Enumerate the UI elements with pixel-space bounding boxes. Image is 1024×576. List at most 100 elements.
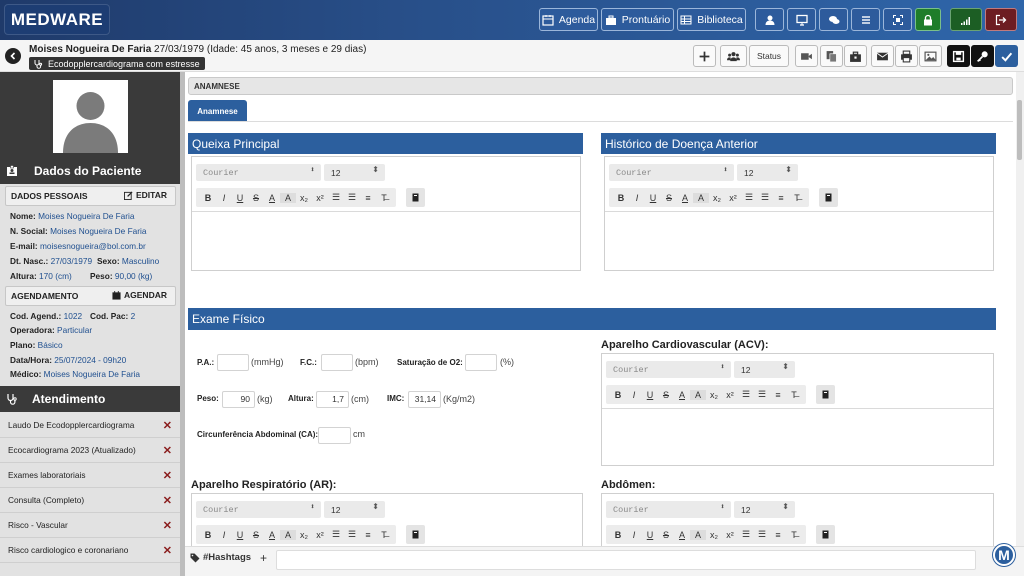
- chat-button[interactable]: [819, 8, 848, 31]
- italic-icon[interactable]: I: [216, 530, 232, 540]
- highlight-icon[interactable]: A: [690, 529, 706, 540]
- saturacao-input[interactable]: [465, 354, 497, 371]
- historico-text-area[interactable]: [605, 211, 993, 270]
- atendimento-item[interactable]: Risco cardiologico e coronariano ✕: [0, 538, 180, 563]
- clear-format-icon[interactable]: T̶: [786, 530, 802, 540]
- italic-icon[interactable]: I: [626, 530, 642, 540]
- bold-icon[interactable]: B: [613, 193, 629, 203]
- align-icon[interactable]: ≡: [360, 193, 376, 203]
- subscript-icon[interactable]: x₂: [706, 530, 722, 540]
- bold-icon[interactable]: B: [610, 390, 626, 400]
- font-select[interactable]: Courier ⬍: [196, 164, 321, 181]
- strike-icon[interactable]: S: [658, 530, 674, 540]
- edit-button[interactable]: EDITAR: [123, 190, 167, 200]
- subscript-icon[interactable]: x₂: [709, 193, 725, 203]
- app-logo[interactable]: MEDWARE: [4, 4, 110, 35]
- clear-format-icon[interactable]: T̶: [376, 193, 392, 203]
- main-scrollbar-thumb[interactable]: [1017, 100, 1022, 160]
- font-select[interactable]: Courier ⬍: [606, 361, 731, 378]
- remove-icon[interactable]: ✕: [163, 544, 172, 557]
- peso-input[interactable]: 90: [222, 391, 255, 408]
- superscript-icon[interactable]: x²: [312, 530, 328, 540]
- font-color-icon[interactable]: A: [677, 193, 693, 203]
- bold-icon[interactable]: B: [200, 193, 216, 203]
- italic-icon[interactable]: I: [626, 390, 642, 400]
- confirm-button[interactable]: [995, 45, 1018, 67]
- subscript-icon[interactable]: x₂: [296, 530, 312, 540]
- underline-icon[interactable]: U: [232, 530, 248, 540]
- size-select[interactable]: 12 ⬍: [324, 164, 385, 181]
- ordered-list-icon[interactable]: ☰: [328, 529, 344, 540]
- remove-icon[interactable]: ✕: [163, 419, 172, 432]
- template-button[interactable]: [816, 525, 835, 544]
- atendimento-item[interactable]: Consulta (Completo) ✕: [0, 488, 180, 513]
- align-icon[interactable]: ≡: [360, 530, 376, 540]
- user-button[interactable]: [755, 8, 784, 31]
- altura-input[interactable]: 1,7: [316, 391, 349, 408]
- menu-button[interactable]: [851, 8, 880, 31]
- underline-icon[interactable]: U: [645, 193, 661, 203]
- bullet-list-icon[interactable]: ☰: [344, 529, 360, 540]
- subscript-icon[interactable]: x₂: [296, 193, 312, 203]
- align-icon[interactable]: ≡: [770, 390, 786, 400]
- bullet-list-icon[interactable]: ☰: [754, 529, 770, 540]
- email-button[interactable]: [871, 45, 894, 67]
- superscript-icon[interactable]: x²: [722, 530, 738, 540]
- acv-text-area[interactable]: [602, 408, 993, 465]
- font-color-icon[interactable]: A: [264, 193, 280, 203]
- remove-icon[interactable]: ✕: [163, 444, 172, 457]
- schedule-button[interactable]: AGENDAR: [112, 290, 167, 300]
- agenda-button[interactable]: Agenda: [539, 8, 598, 31]
- back-button[interactable]: [5, 48, 21, 64]
- add-hashtag-button[interactable]: +: [260, 551, 267, 565]
- ordered-list-icon[interactable]: ☰: [741, 192, 757, 203]
- italic-icon[interactable]: I: [629, 193, 645, 203]
- superscript-icon[interactable]: x²: [312, 193, 328, 203]
- lock-button[interactable]: [915, 8, 941, 31]
- template-button[interactable]: [406, 188, 425, 207]
- underline-icon[interactable]: U: [642, 390, 658, 400]
- acv-editor[interactable]: Courier ⬍ 12 ⬍ B I U S A Ax₂ x² ☰ ☰ ≡ T̶: [601, 353, 994, 466]
- font-select[interactable]: Courier ⬍: [196, 501, 321, 518]
- hashtag-input[interactable]: [276, 550, 976, 570]
- logout-button[interactable]: [985, 8, 1017, 31]
- bullet-list-icon[interactable]: ☰: [754, 389, 770, 400]
- tab-anamnese[interactable]: Anamnese: [188, 100, 247, 122]
- size-select[interactable]: 12 ⬍: [734, 361, 795, 378]
- bold-icon[interactable]: B: [610, 530, 626, 540]
- historico-editor[interactable]: Courier ⬍ 12 ⬍ B I U S A Ax₂ x² ☰ ☰ ≡ T̶: [604, 156, 994, 271]
- queixa-text-area[interactable]: [192, 211, 580, 270]
- align-icon[interactable]: ≡: [773, 193, 789, 203]
- fc-input[interactable]: [321, 354, 353, 371]
- size-select[interactable]: 12 ⬍: [737, 164, 798, 181]
- prontuario-button[interactable]: Prontuário: [601, 8, 674, 31]
- clear-format-icon[interactable]: T̶: [376, 530, 392, 540]
- strike-icon[interactable]: S: [248, 193, 264, 203]
- queixa-editor[interactable]: Courier ⬍ 12 ⬍ B I U S A Ax₂ x² ☰ ☰ ≡ T̶: [191, 156, 581, 271]
- print-button[interactable]: [895, 45, 918, 67]
- template-button[interactable]: [816, 385, 835, 404]
- underline-icon[interactable]: U: [642, 530, 658, 540]
- fullscreen-button[interactable]: [883, 8, 912, 31]
- size-select[interactable]: 12 ⬍: [324, 501, 385, 518]
- remove-icon[interactable]: ✕: [163, 494, 172, 507]
- italic-icon[interactable]: I: [216, 193, 232, 203]
- remove-icon[interactable]: ✕: [163, 469, 172, 482]
- copy-button[interactable]: [820, 45, 843, 67]
- strike-icon[interactable]: S: [658, 390, 674, 400]
- superscript-icon[interactable]: x²: [722, 390, 738, 400]
- group-button[interactable]: [720, 45, 747, 67]
- key-button[interactable]: [971, 45, 994, 67]
- monitor-button[interactable]: [787, 8, 816, 31]
- template-button[interactable]: [406, 525, 425, 544]
- ar-editor[interactable]: Courier ⬍ 12 ⬍ B I U S A Ax₂ x² ☰ ☰ ≡ T̶: [191, 493, 583, 546]
- font-select[interactable]: Courier ⬍: [609, 164, 734, 181]
- highlight-icon[interactable]: A: [690, 389, 706, 400]
- atendimento-item[interactable]: Laudo De Ecodopplercardiograma ✕: [0, 413, 180, 438]
- underline-icon[interactable]: U: [232, 193, 248, 203]
- abdomen-editor[interactable]: Courier ⬍ 12 ⬍ B I U S A Ax₂ x² ☰ ☰ ≡ T̶: [601, 493, 994, 546]
- bullet-list-icon[interactable]: ☰: [757, 192, 773, 203]
- pa-input[interactable]: [217, 354, 249, 371]
- font-color-icon[interactable]: A: [674, 390, 690, 400]
- signal-button[interactable]: [950, 8, 982, 31]
